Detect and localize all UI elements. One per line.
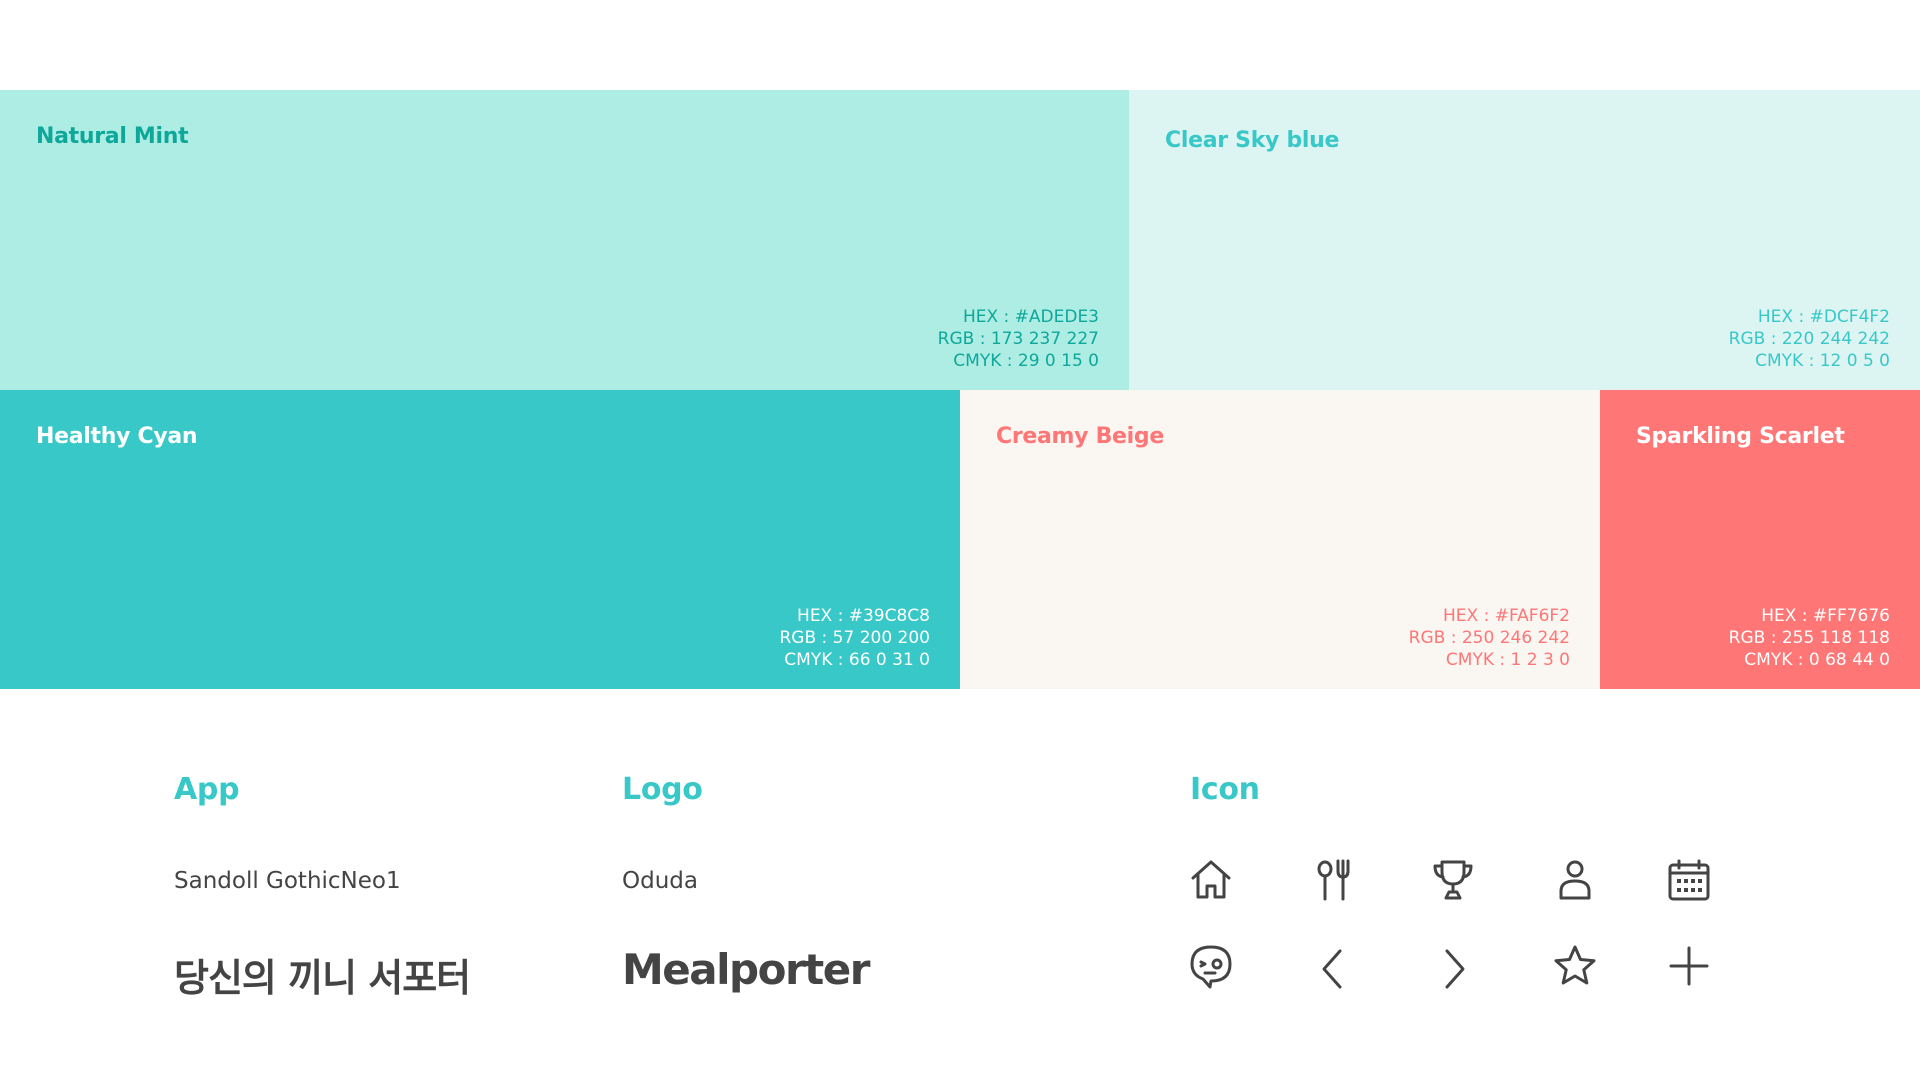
fork-spoon-icon bbox=[1311, 857, 1357, 903]
rgb-code: RGB : 255 118 118 bbox=[1728, 628, 1890, 648]
hex-code: HEX : #DCF4F2 bbox=[1757, 307, 1890, 327]
rgb-code: RGB : 250 246 242 bbox=[1408, 628, 1570, 648]
swatch-healthy-cyan: Healthy Cyan HEX : #39C8C8 RGB : 57 200 … bbox=[0, 390, 960, 689]
chevron-right-icon bbox=[1430, 946, 1476, 992]
chat-face-icon bbox=[1188, 943, 1234, 989]
rgb-code: RGB : 173 237 227 bbox=[937, 329, 1099, 349]
hex-code: HEX : #ADEDE3 bbox=[962, 307, 1099, 327]
star-icon bbox=[1552, 943, 1598, 989]
swatch-codes: HEX : #39C8C8 RGB : 57 200 200 CMYK : 66… bbox=[779, 605, 930, 671]
swatch-creamy-beige: Creamy Beige HEX : #FAF6F2 RGB : 250 246… bbox=[960, 390, 1600, 689]
swatch-codes: HEX : #FAF6F2 RGB : 250 246 242 CMYK : 1… bbox=[1409, 605, 1570, 671]
swatch-natural-mint: Natural Mint HEX : #ADEDE3 RGB : 173 237… bbox=[0, 90, 1129, 390]
app-font-name: Sandoll GothicNeo1 bbox=[174, 868, 401, 894]
trophy-icon bbox=[1430, 857, 1476, 903]
swatch-name: Healthy Cyan bbox=[36, 424, 198, 449]
chevron-left-icon bbox=[1311, 946, 1357, 992]
swatch-codes: HEX : #FF7676 RGB : 255 118 118 CMYK : 0… bbox=[1729, 605, 1890, 671]
hex-code: HEX : #FF7676 bbox=[1761, 606, 1890, 626]
swatch-name: Natural Mint bbox=[36, 124, 189, 149]
logo-font-sample: Mealporter bbox=[622, 945, 870, 994]
home-icon bbox=[1188, 857, 1234, 903]
hex-code: HEX : #39C8C8 bbox=[797, 606, 930, 626]
rgb-code: RGB : 220 244 242 bbox=[1728, 329, 1890, 349]
cmyk-code: CMYK : 1 2 3 0 bbox=[1445, 650, 1570, 670]
hex-code: HEX : #FAF6F2 bbox=[1443, 606, 1570, 626]
logo-section-title: Logo bbox=[622, 772, 703, 807]
calendar-icon bbox=[1666, 857, 1712, 903]
swatch-name: Sparkling Scarlet bbox=[1636, 424, 1845, 449]
cmyk-code: CMYK : 29 0 15 0 bbox=[953, 351, 1099, 371]
app-font-sample: 당신의 끼니 서포터 bbox=[174, 956, 471, 1000]
user-icon bbox=[1552, 857, 1598, 903]
logo-font-name: Oduda bbox=[622, 868, 698, 894]
cmyk-code: CMYK : 66 0 31 0 bbox=[784, 650, 930, 670]
swatch-clear-sky-blue: Clear Sky blue HEX : #DCF4F2 RGB : 220 2… bbox=[1129, 90, 1920, 390]
swatch-sparkling-scarlet: Sparkling Scarlet HEX : #FF7676 RGB : 25… bbox=[1600, 390, 1920, 689]
swatch-codes: HEX : #DCF4F2 RGB : 220 244 242 CMYK : 1… bbox=[1729, 306, 1890, 372]
icon-section-title: Icon bbox=[1190, 772, 1260, 807]
plus-icon bbox=[1666, 943, 1712, 989]
swatch-name: Clear Sky blue bbox=[1165, 128, 1340, 153]
cmyk-code: CMYK : 12 0 5 0 bbox=[1755, 351, 1890, 371]
rgb-code: RGB : 57 200 200 bbox=[779, 628, 930, 648]
cmyk-code: CMYK : 0 68 44 0 bbox=[1744, 650, 1890, 670]
swatch-codes: HEX : #ADEDE3 RGB : 173 237 227 CMYK : 2… bbox=[938, 306, 1099, 372]
swatch-name: Creamy Beige bbox=[996, 424, 1164, 449]
app-section-title: App bbox=[174, 772, 240, 807]
